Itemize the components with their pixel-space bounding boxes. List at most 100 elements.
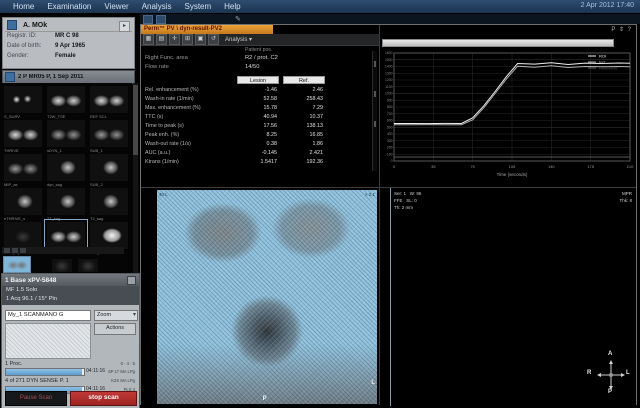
table-cell-value: 2.421 bbox=[283, 150, 323, 156]
crosshair-line[interactable] bbox=[390, 188, 391, 406]
series-thumbnail[interactable] bbox=[90, 188, 128, 215]
table-cell-value: 7.29 bbox=[283, 105, 323, 111]
series-thumbnail[interactable] bbox=[90, 86, 128, 113]
toolbar-reset-icon[interactable]: ↺ bbox=[208, 34, 219, 45]
toolbar-roi-icon[interactable]: ▣ bbox=[195, 34, 206, 45]
scanner-header-icon[interactable] bbox=[127, 276, 136, 285]
series-thumbnail[interactable] bbox=[90, 120, 128, 147]
series-thumbnail[interactable] bbox=[47, 154, 85, 181]
orientation-post-marker: P bbox=[263, 396, 267, 402]
table-row-label: Wash-in rate (1/min) bbox=[145, 96, 194, 102]
menu-analysis[interactable]: Analysis bbox=[142, 2, 172, 11]
toolbar-crosshair-icon[interactable]: ✛ bbox=[169, 34, 180, 45]
svg-text:1600: 1600 bbox=[385, 51, 393, 55]
study-item[interactable]: 2 P MR05 P, 1 Sep 2011 bbox=[2, 70, 135, 84]
zoom-dropdown[interactable]: Zoom bbox=[94, 310, 138, 321]
scan-list-box[interactable] bbox=[5, 323, 91, 359]
table-row-label: Rel. enhancement (%) bbox=[145, 87, 199, 93]
table-cell-value: 138.13 bbox=[283, 123, 323, 129]
window-top-strip: ✎ bbox=[140, 14, 640, 24]
thumb-tool-icon-3[interactable] bbox=[20, 248, 26, 253]
gender-value: Female bbox=[55, 53, 76, 59]
scrollbar-thumb[interactable] bbox=[133, 85, 138, 155]
toolbar-layout-icon[interactable]: ⊞ bbox=[182, 34, 193, 45]
orientation-left-marker: L bbox=[371, 380, 375, 386]
toolbar-rows-icon[interactable]: ▤ bbox=[156, 34, 167, 45]
svg-text:1200: 1200 bbox=[385, 78, 393, 82]
info-value-2: 14/50 bbox=[245, 64, 260, 70]
stop-scan-button[interactable]: stop scan bbox=[70, 391, 137, 406]
series-thumbnail[interactable] bbox=[4, 222, 42, 249]
mpr-pane[interactable]: Ser: 1 W: 96 FFE SL: 0 Th: 2 mm MPR Thk:… bbox=[379, 187, 636, 405]
thumbnail-scrollbar[interactable] bbox=[133, 83, 138, 273]
toolbar-analysis-menu[interactable]: Analysis ▾ bbox=[225, 36, 252, 43]
scan-name-input[interactable]: My_1 SCANMANO G bbox=[5, 310, 91, 321]
series-thumbnail[interactable] bbox=[4, 86, 42, 113]
pane-controls[interactable]: P ⇕ ? bbox=[611, 26, 632, 33]
table-cell-value: 192.36 bbox=[283, 159, 323, 165]
reg-label: Registr. ID: bbox=[7, 33, 37, 39]
menu-viewer[interactable]: Viewer bbox=[104, 2, 128, 11]
series-thumbnail[interactable] bbox=[47, 86, 85, 113]
table-cell-value: 40.94 bbox=[237, 114, 277, 120]
actions-button[interactable]: Actions bbox=[94, 323, 136, 335]
series-thumbnail-colormap[interactable] bbox=[4, 257, 30, 272]
gender-label: Gender: bbox=[7, 53, 29, 59]
thumb-tool-icon-1[interactable] bbox=[4, 248, 10, 253]
curve-pane: P ⇕ ? 0100200300400500600700800900100011… bbox=[379, 25, 636, 187]
pen-icon[interactable]: ✎ bbox=[235, 15, 241, 23]
pane-divider-strip bbox=[372, 51, 377, 171]
table-row-label: Time to peak (s) bbox=[145, 123, 184, 129]
thumbnail-caption: eTHRIVE_s bbox=[4, 216, 25, 221]
table-cell-value: 52.58 bbox=[237, 96, 277, 102]
svg-text:500: 500 bbox=[387, 125, 393, 129]
svg-text:900: 900 bbox=[387, 98, 393, 102]
analysis-window: Perm™ PV \ dyn-result-PV2 – ⇕ ▦ ▤ ✛ ⊞ ▣ … bbox=[140, 24, 637, 405]
info-label-1: Right Func. area bbox=[145, 55, 188, 61]
thumb-tool-icon-2[interactable] bbox=[12, 248, 18, 253]
thumbnail-caption: S_SURV bbox=[4, 114, 20, 119]
series-thumbnail[interactable] bbox=[52, 259, 72, 272]
svg-text:Reference: Reference bbox=[599, 66, 618, 71]
scanner-title: 1 Base xPV-5848 bbox=[5, 277, 56, 284]
layout-icon[interactable] bbox=[143, 15, 153, 24]
series-thumbnail[interactable] bbox=[78, 259, 98, 272]
table-row-label: Ktrans (1/min) bbox=[145, 159, 179, 165]
series-thumbnail[interactable] bbox=[47, 222, 85, 249]
thumbnail-grid: S_SURVT2W_TSEREF SCLTHRIVEsDYN_1SUB_1MIP… bbox=[0, 83, 132, 273]
toolbar-grid-icon[interactable]: ▦ bbox=[143, 34, 154, 45]
series-thumbnail[interactable] bbox=[4, 154, 42, 181]
menu-home[interactable]: Home bbox=[13, 2, 34, 11]
series-thumbnail[interactable] bbox=[90, 222, 128, 249]
menu-examination[interactable]: Examination bbox=[47, 2, 91, 11]
compass-anterior: A bbox=[608, 351, 612, 357]
pause-scan-button[interactable]: Pause Scan bbox=[5, 391, 67, 406]
svg-text:300: 300 bbox=[387, 139, 393, 143]
thumbnail-caption: MIP_ax bbox=[4, 182, 18, 187]
svg-text:210: 210 bbox=[627, 164, 634, 169]
study-icon bbox=[5, 72, 15, 82]
window-toolbar: ▦ ▤ ✛ ⊞ ▣ ↺ Analysis ▾ bbox=[141, 34, 379, 46]
clock: 2 Apr 2012 17:40 bbox=[581, 2, 634, 9]
thumbnail-toolbar[interactable] bbox=[2, 247, 124, 254]
thumbnail-caption: SUB_2 bbox=[90, 182, 103, 187]
series-thumbnail[interactable] bbox=[47, 188, 85, 215]
svg-text:200: 200 bbox=[387, 146, 393, 150]
table-cell-value: 258.43 bbox=[283, 96, 323, 102]
series-thumbnail[interactable] bbox=[90, 154, 128, 181]
series-thumbnail[interactable] bbox=[47, 120, 85, 147]
svg-text:ROI: ROI bbox=[599, 54, 606, 59]
svg-text:800: 800 bbox=[387, 105, 393, 109]
window-title-tab[interactable]: Perm™ PV \ dyn-result-PV2 bbox=[141, 25, 273, 34]
menu-system[interactable]: System bbox=[184, 2, 211, 11]
menu-help[interactable]: Help bbox=[224, 2, 240, 11]
series-thumbnail[interactable] bbox=[4, 188, 42, 215]
series-thumbnail[interactable] bbox=[4, 120, 42, 147]
svg-text:1000: 1000 bbox=[385, 92, 393, 96]
table-header-ref: Ref. bbox=[283, 76, 325, 84]
monitor-icon[interactable] bbox=[156, 15, 166, 24]
chart-scroll-slider[interactable] bbox=[382, 39, 614, 47]
scanner-line-1: MF 1.5 Solo bbox=[6, 286, 139, 295]
mri-image[interactable]: 40 L × 2.1 L P bbox=[157, 190, 377, 404]
patient-expand-button[interactable]: ▸ bbox=[119, 21, 130, 32]
